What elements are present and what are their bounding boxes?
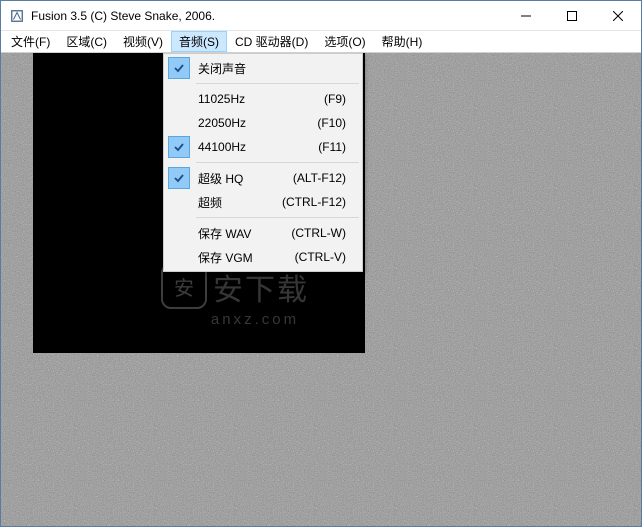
titlebar: Fusion 3.5 (C) Steve Snake, 2006. <box>1 1 641 31</box>
menu-item-shortcut: (F11) <box>318 140 360 154</box>
check-icon <box>166 221 192 245</box>
menu-separator <box>196 162 359 163</box>
maximize-button[interactable] <box>549 1 595 30</box>
menu-item-label: 保存 WAV <box>192 225 291 242</box>
menubar-item-3[interactable]: 音频(S) <box>171 31 227 52</box>
menu-item-label: 超级 HQ <box>192 170 293 187</box>
check-icon <box>168 167 190 189</box>
menu-item-label: 关闭声音 <box>192 60 346 77</box>
check-icon <box>168 136 190 158</box>
menu-item-4[interactable]: 44100Hz(F11) <box>166 135 360 159</box>
menubar-item-1[interactable]: 区域(C) <box>58 31 115 52</box>
check-icon <box>166 190 192 214</box>
menubar-item-4[interactable]: CD 驱动器(D) <box>227 31 316 52</box>
menu-separator <box>196 217 359 218</box>
menu-item-2[interactable]: 11025Hz(F9) <box>166 87 360 111</box>
check-icon <box>166 87 192 111</box>
menu-item-shortcut: (F10) <box>317 116 360 130</box>
menu-item-shortcut: (CTRL-W) <box>291 226 360 240</box>
window-controls <box>503 1 641 30</box>
menu-item-0[interactable]: 关闭声音 <box>166 56 360 80</box>
minimize-button[interactable] <box>503 1 549 30</box>
app-icon <box>9 8 25 24</box>
close-button[interactable] <box>595 1 641 30</box>
content-area: 安 安下载 anxz.com 关闭声音11025Hz(F9)22050Hz(F1… <box>1 53 641 526</box>
menu-item-label: 保存 VGM <box>192 249 295 266</box>
menubar-item-0[interactable]: 文件(F) <box>3 31 58 52</box>
menu-item-shortcut: (F9) <box>324 92 360 106</box>
menu-item-9[interactable]: 保存 WAV(CTRL-W) <box>166 221 360 245</box>
menu-item-label: 超频 <box>192 194 282 211</box>
menu-item-shortcut: (CTRL-V) <box>295 250 360 264</box>
menu-item-label: 44100Hz <box>192 140 318 154</box>
menubar-item-2[interactable]: 视频(V) <box>115 31 171 52</box>
check-icon <box>166 245 192 269</box>
menubar-item-5[interactable]: 选项(O) <box>316 31 373 52</box>
check-icon <box>166 111 192 135</box>
menu-item-3[interactable]: 22050Hz(F10) <box>166 111 360 135</box>
menu-item-label: 22050Hz <box>192 116 317 130</box>
menu-item-10[interactable]: 保存 VGM(CTRL-V) <box>166 245 360 269</box>
window-title: Fusion 3.5 (C) Steve Snake, 2006. <box>31 9 503 23</box>
audio-menu-dropdown: 关闭声音11025Hz(F9)22050Hz(F10)44100Hz(F11)超… <box>163 53 363 272</box>
check-icon <box>168 57 190 79</box>
menu-item-6[interactable]: 超级 HQ(ALT-F12) <box>166 166 360 190</box>
menu-separator <box>196 83 359 84</box>
app-window: Fusion 3.5 (C) Steve Snake, 2006. 文件(F)区… <box>0 0 642 527</box>
menubar-item-6[interactable]: 帮助(H) <box>374 31 431 52</box>
menu-item-shortcut: (CTRL-F12) <box>282 195 360 209</box>
menubar: 文件(F)区域(C)视频(V)音频(S)CD 驱动器(D)选项(O)帮助(H) <box>1 31 641 53</box>
menu-item-shortcut: (ALT-F12) <box>293 171 360 185</box>
menu-item-7[interactable]: 超频(CTRL-F12) <box>166 190 360 214</box>
menu-item-label: 11025Hz <box>192 92 324 106</box>
